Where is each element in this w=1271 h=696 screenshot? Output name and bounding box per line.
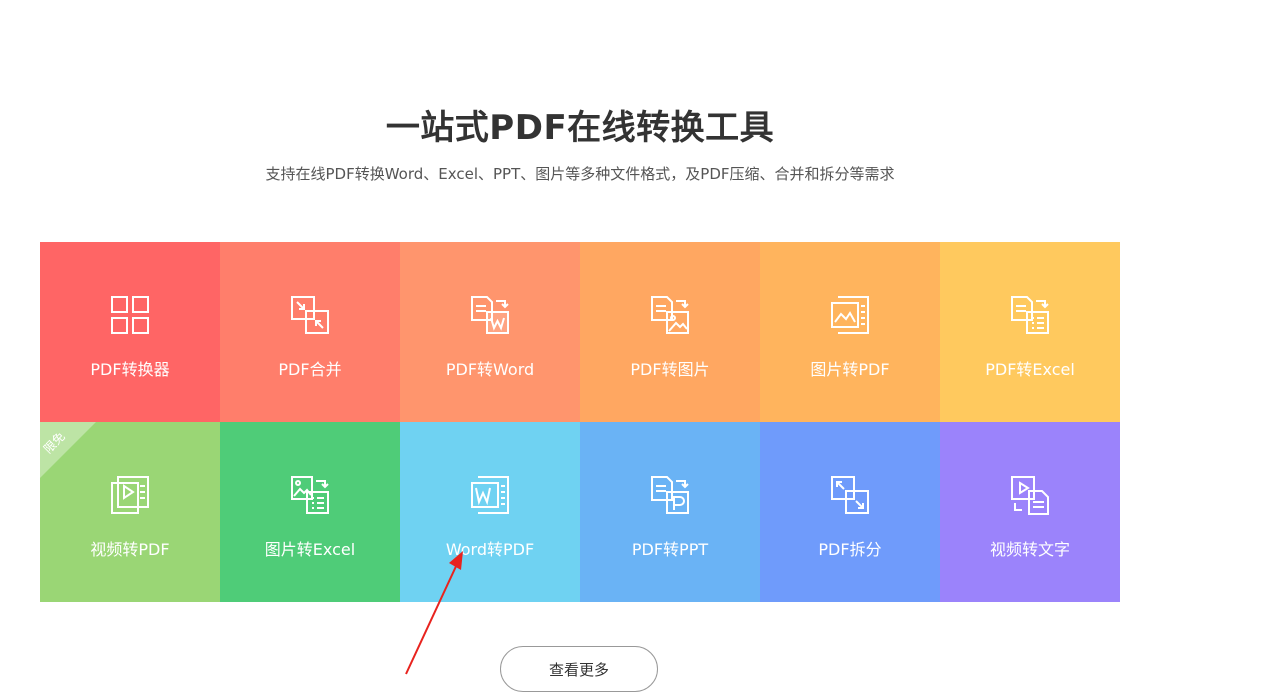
- tool-label: PDF拆分: [818, 540, 882, 559]
- pdf-to-excel-icon: [1009, 294, 1051, 336]
- pdf-to-ppt-icon: [649, 474, 691, 516]
- view-more-button[interactable]: 查看更多: [500, 646, 658, 692]
- pdf-to-image-icon: [649, 294, 691, 336]
- video-to-text-icon: [1009, 474, 1051, 516]
- image-to-pdf-icon: [829, 294, 871, 336]
- tool-label: PDF转Word: [445, 360, 535, 379]
- tool-video-to-text[interactable]: 视频转文字: [940, 422, 1120, 602]
- tool-image-to-excel[interactable]: 图片转Excel: [220, 422, 400, 602]
- tool-label: PDF合并: [278, 360, 342, 379]
- page-title: 一站式PDF在线转换工具: [385, 108, 775, 148]
- tool-pdf-split[interactable]: PDF拆分: [760, 422, 940, 602]
- word-to-pdf-icon: [469, 474, 511, 516]
- tool-video-to-pdf[interactable]: 限免 视频转PDF: [40, 422, 220, 602]
- tool-grid: PDF转换器 PDF合并 PDF转Word PDF转图片 图片转PDF PDF转…: [40, 242, 1120, 602]
- split-icon: [829, 474, 871, 516]
- tool-label: 图片转PDF: [810, 360, 890, 379]
- merge-icon: [289, 294, 331, 336]
- tool-image-to-pdf[interactable]: 图片转PDF: [760, 242, 940, 422]
- page-subtitle: 支持在线PDF转换Word、Excel、PPT、图片等多种文件格式，及PDF压缩…: [265, 165, 895, 183]
- tool-label: PDF转换器: [90, 360, 170, 379]
- tool-label: PDF转Excel: [985, 360, 1075, 379]
- tool-label: PDF转PPT: [631, 540, 709, 559]
- tool-pdf-to-ppt[interactable]: PDF转PPT: [580, 422, 760, 602]
- tool-pdf-converter[interactable]: PDF转换器: [40, 242, 220, 422]
- tool-pdf-to-image[interactable]: PDF转图片: [580, 242, 760, 422]
- tool-pdf-merge[interactable]: PDF合并: [220, 242, 400, 422]
- pdf-to-word-icon: [469, 294, 511, 336]
- tool-pdf-to-excel[interactable]: PDF转Excel: [940, 242, 1120, 422]
- tool-label: 视频转PDF: [90, 540, 170, 559]
- video-to-pdf-icon: [109, 474, 151, 516]
- image-to-excel-icon: [289, 474, 331, 516]
- tool-label: PDF转图片: [630, 360, 710, 379]
- tool-pdf-to-word[interactable]: PDF转Word: [400, 242, 580, 422]
- tool-label: 图片转Excel: [264, 540, 356, 559]
- tool-label: 视频转文字: [989, 540, 1070, 559]
- tool-word-to-pdf[interactable]: Word转PDF: [400, 422, 580, 602]
- grid-four-icon: [109, 294, 151, 336]
- tool-label: Word转PDF: [445, 540, 535, 559]
